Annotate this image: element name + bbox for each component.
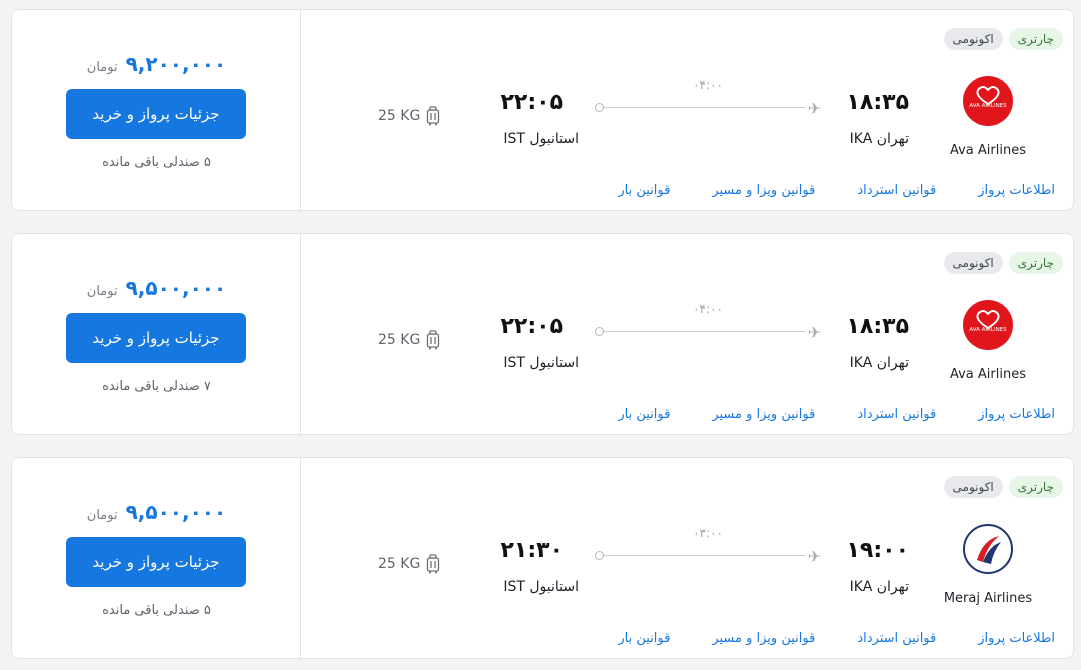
departure-city: تهران IKA [849, 355, 909, 371]
refund-rules-link[interactable]: قوانین استرداد [815, 631, 936, 646]
price-row: ۹,۵۰۰,۰۰۰ تومان [12, 276, 301, 300]
baggage-allowance: 25 KG [378, 554, 440, 574]
flight-results-list: ۹,۲۰۰,۰۰۰ تومان جزئیات پرواز و خرید ۵ صن… [0, 0, 1081, 670]
price-row: ۹,۲۰۰,۰۰۰ تومان [12, 52, 301, 76]
baggage-weight: 25 KG [378, 556, 421, 572]
flight-duration: ۰۴:۰۰ [693, 302, 723, 316]
airplane-icon: ✈ [807, 547, 821, 566]
price-currency: تومان [86, 60, 118, 75]
visa-route-rules-link[interactable]: قوانین ویزا و مسیر [670, 183, 815, 198]
baggage-rules-link[interactable]: قوانین بار [576, 407, 670, 422]
tag-group: چارتری اکونومی [943, 476, 1063, 498]
airline-name: Meraj Airlines [943, 591, 1033, 606]
departure-city: تهران IKA [849, 131, 909, 147]
price-currency: تومان [86, 508, 118, 523]
route-line: ✈ [595, 99, 821, 118]
flight-details-buy-button[interactable]: جزئیات پرواز و خرید [66, 537, 246, 587]
airplane-icon: ✈ [807, 99, 821, 118]
price-section: ۹,۲۰۰,۰۰۰ تومان جزئیات پرواز و خرید ۵ صن… [12, 10, 301, 210]
airline-name: Ava Airlines [949, 143, 1026, 158]
tag-group: چارتری اکونومی [943, 252, 1063, 274]
flight-details-buy-button[interactable]: جزئیات پرواز و خرید [66, 89, 246, 139]
price-amount: ۹,۵۰۰,۰۰۰ [125, 500, 227, 524]
airline-name: Ava Airlines [949, 367, 1026, 382]
visa-route-rules-link[interactable]: قوانین ویزا و مسیر [670, 631, 815, 646]
arrival-city: استانبول IST [503, 579, 579, 595]
ava-airlines-logo: AVA AIRLINES [963, 76, 1013, 126]
price-section: ۹,۵۰۰,۰۰۰ تومان جزئیات پرواز و خرید ۷ صن… [12, 234, 301, 434]
route-line: ✈ [595, 547, 821, 566]
luggage-icon [427, 106, 440, 126]
tag-group: چارتری اکونومی [943, 28, 1063, 50]
route-line: ✈ [595, 323, 821, 342]
flight-info-link[interactable]: اطلاعات پرواز [936, 183, 1055, 198]
meraj-airlines-logo [963, 524, 1013, 574]
luggage-icon [427, 554, 440, 574]
flight-details-buy-button[interactable]: جزئیات پرواز و خرید [66, 313, 246, 363]
arrival-time: ۲۲:۰۵ [500, 314, 563, 339]
baggage-allowance: 25 KG [378, 330, 440, 350]
flight-card: ۹,۲۰۰,۰۰۰ تومان جزئیات پرواز و خرید ۵ صن… [11, 9, 1074, 211]
arrival-time: ۲۲:۰۵ [500, 90, 563, 115]
price-row: ۹,۵۰۰,۰۰۰ تومان [12, 500, 301, 524]
arrival-city: استانبول IST [503, 355, 579, 371]
route-track [603, 555, 805, 556]
refund-rules-link[interactable]: قوانین استرداد [815, 407, 936, 422]
baggage-allowance: 25 KG [378, 106, 440, 126]
flight-info-link[interactable]: اطلاعات پرواز [936, 407, 1055, 422]
seats-remaining: ۷ صندلی باقی مانده [102, 379, 211, 394]
logo-lettering: AVA AIRLINES [969, 327, 1007, 333]
baggage-rules-link[interactable]: قوانین بار [576, 631, 670, 646]
flight-links: اطلاعات پرواز قوانین استرداد قوانین ویزا… [576, 407, 1055, 422]
price-amount: ۹,۲۰۰,۰۰۰ [125, 52, 227, 76]
arrival-city: استانبول IST [503, 131, 579, 147]
ava-airlines-logo: AVA AIRLINES [963, 300, 1013, 350]
baggage-rules-link[interactable]: قوانین بار [576, 183, 670, 198]
route-track [603, 107, 805, 108]
flight-info-link[interactable]: اطلاعات پرواز [936, 631, 1055, 646]
logo-lettering: AVA AIRLINES [969, 103, 1007, 109]
baggage-weight: 25 KG [378, 108, 421, 124]
flight-duration: ۰۴:۰۰ [693, 78, 723, 92]
arrival-time: ۲۱:۳۰ [500, 538, 563, 563]
price-currency: تومان [86, 284, 118, 299]
departure-time: ۱۸:۳۵ [846, 90, 909, 115]
cabin-class-tag: اکونومی [943, 252, 1003, 274]
departure-city: تهران IKA [849, 579, 909, 595]
seats-remaining: ۵ صندلی باقی مانده [102, 603, 211, 618]
flight-card: ۹,۵۰۰,۰۰۰ تومان جزئیات پرواز و خرید ۷ صن… [11, 233, 1074, 435]
destination-dot-icon [595, 327, 604, 336]
price-amount: ۹,۵۰۰,۰۰۰ [125, 276, 227, 300]
cabin-class-tag: اکونومی [943, 28, 1003, 50]
cabin-class-tag: اکونومی [943, 476, 1003, 498]
charter-tag: چارتری [1008, 476, 1063, 498]
charter-tag: چارتری [1008, 28, 1063, 50]
visa-route-rules-link[interactable]: قوانین ویزا و مسیر [670, 407, 815, 422]
luggage-icon [427, 330, 440, 350]
price-section: ۹,۵۰۰,۰۰۰ تومان جزئیات پرواز و خرید ۵ صن… [12, 458, 301, 658]
route-track [603, 331, 805, 332]
seats-remaining: ۵ صندلی باقی مانده [102, 155, 211, 170]
flight-links: اطلاعات پرواز قوانین استرداد قوانین ویزا… [576, 631, 1055, 646]
flight-links: اطلاعات پرواز قوانین استرداد قوانین ویزا… [576, 183, 1055, 198]
refund-rules-link[interactable]: قوانین استرداد [815, 183, 936, 198]
flight-card: ۹,۵۰۰,۰۰۰ تومان جزئیات پرواز و خرید ۵ صن… [11, 457, 1074, 659]
destination-dot-icon [595, 103, 604, 112]
departure-time: ۱۸:۳۵ [846, 314, 909, 339]
airplane-icon: ✈ [807, 323, 821, 342]
baggage-weight: 25 KG [378, 332, 421, 348]
destination-dot-icon [595, 551, 604, 560]
departure-time: ۱۹:۰۰ [846, 538, 909, 563]
charter-tag: چارتری [1008, 252, 1063, 274]
flight-duration: ۰۳:۰۰ [693, 526, 723, 540]
